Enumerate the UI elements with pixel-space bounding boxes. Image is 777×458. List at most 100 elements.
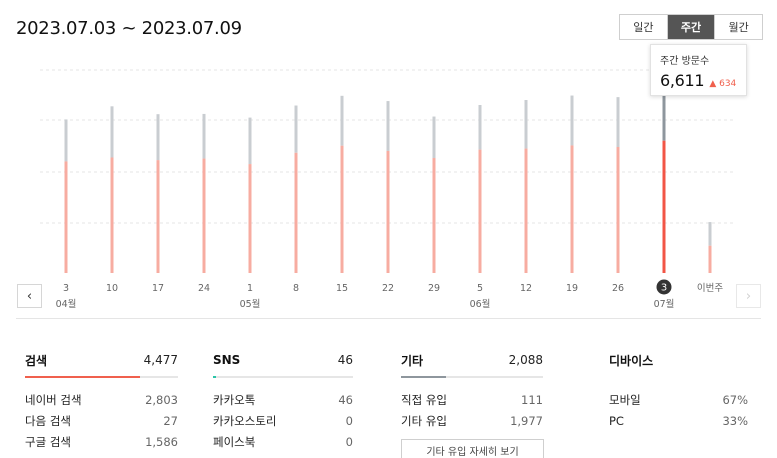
row-value: 2,803 bbox=[145, 392, 178, 407]
bar-cap bbox=[294, 105, 298, 153]
bar bbox=[386, 150, 390, 273]
x-tick-label: 12 bbox=[520, 283, 532, 294]
date-range-title: 2023.07.03 ~ 2023.07.09 bbox=[16, 18, 242, 39]
bar-cap bbox=[64, 119, 68, 162]
search-share-bar bbox=[25, 376, 178, 378]
bar-cap bbox=[156, 114, 160, 161]
bar bbox=[340, 145, 344, 273]
search-panel-title: 검색 bbox=[25, 353, 48, 368]
x-tick-label: 19 bbox=[566, 283, 578, 294]
bar-cap bbox=[570, 95, 574, 146]
row-label: 직접 유입 bbox=[401, 392, 447, 407]
period-daily-button[interactable]: 일간 bbox=[620, 15, 667, 39]
bar-cap bbox=[708, 222, 712, 246]
row-value: 33% bbox=[722, 413, 748, 428]
search-share-fill bbox=[25, 376, 140, 378]
row-value: 111 bbox=[521, 392, 543, 407]
list-item: 기타 유입 1,977 bbox=[401, 410, 543, 431]
row-label: 카카오톡 bbox=[213, 392, 256, 407]
etc-share-fill bbox=[401, 376, 447, 378]
list-item: 네이버 검색 2,803 bbox=[25, 389, 178, 410]
sns-share-fill bbox=[213, 376, 216, 378]
device-panel-title: 디바이스 bbox=[609, 353, 654, 368]
row-value: 27 bbox=[163, 413, 178, 428]
sns-share-bar bbox=[213, 376, 353, 378]
bar-cap bbox=[478, 105, 482, 150]
row-value: 46 bbox=[338, 392, 353, 407]
chevron-right-icon: › bbox=[745, 288, 752, 304]
x-tick-label: 5 bbox=[477, 283, 483, 294]
bar-cap bbox=[432, 116, 436, 159]
row-label: 구글 검색 bbox=[25, 434, 71, 449]
bar bbox=[432, 158, 436, 273]
month-label: 07월 bbox=[654, 298, 675, 310]
period-toggle: 일간 주간 월간 bbox=[619, 14, 763, 40]
row-label: 페이스북 bbox=[213, 434, 256, 449]
chevron-left-icon: ‹ bbox=[26, 288, 33, 304]
tooltip-label: 주간 방문수 bbox=[660, 56, 710, 67]
device-panel: 디바이스 모바일 67% PC 33% bbox=[609, 351, 748, 431]
bar bbox=[64, 161, 68, 273]
bar bbox=[156, 160, 160, 273]
x-tick-label: 29 bbox=[428, 283, 440, 294]
bar bbox=[294, 152, 298, 273]
bar bbox=[478, 149, 482, 273]
bar-cap bbox=[202, 113, 206, 159]
period-monthly-button[interactable]: 월간 bbox=[714, 15, 762, 39]
x-tick-label: 17 bbox=[152, 283, 164, 294]
bar-cap bbox=[248, 117, 252, 165]
list-item: PC 33% bbox=[609, 410, 748, 431]
bar bbox=[616, 147, 620, 273]
list-item: 페이스북 0 bbox=[213, 431, 353, 452]
x-tick-label: 10 bbox=[106, 283, 118, 294]
etc-panel: 기타 2,088 직접 유입 111 기타 유입 1,977 기타 유입 자세히 보… bbox=[401, 351, 544, 458]
row-value: 1,586 bbox=[145, 434, 178, 449]
sns-panel-title: SNS bbox=[213, 353, 241, 367]
period-weekly-button[interactable]: 주간 bbox=[666, 15, 715, 39]
month-label: 05월 bbox=[240, 298, 261, 310]
x-tick-label: 8 bbox=[293, 283, 299, 294]
row-label: PC bbox=[609, 413, 624, 428]
tooltip-delta-value: 634 bbox=[719, 79, 737, 89]
bar bbox=[662, 140, 666, 273]
row-value: 0 bbox=[345, 413, 353, 428]
bar bbox=[524, 148, 528, 273]
row-value: 0 bbox=[345, 434, 353, 449]
arrow-up-icon: ▲ bbox=[709, 79, 717, 89]
tooltip-value: 6,611 bbox=[660, 71, 705, 90]
chart-prev-button[interactable]: ‹ bbox=[17, 284, 42, 308]
etc-panel-title: 기타 bbox=[401, 353, 424, 368]
bar-cap bbox=[524, 100, 528, 149]
x-tick-label: 15 bbox=[336, 283, 348, 294]
x-tick-label: 이번주 bbox=[697, 283, 723, 294]
x-tick-label: 24 bbox=[198, 283, 210, 294]
visits-tooltip: 주간 방문수 6,611 ▲ 634 bbox=[650, 44, 747, 96]
row-value: 67% bbox=[722, 392, 748, 407]
x-tick-label: 22 bbox=[382, 283, 394, 294]
bar bbox=[248, 164, 252, 273]
bar-cap bbox=[386, 101, 390, 151]
x-tick-label: 3 bbox=[63, 283, 69, 294]
etc-panel-total: 2,088 bbox=[508, 353, 543, 367]
row-label: 카카오스토리 bbox=[213, 413, 277, 428]
search-panel-total: 4,477 bbox=[143, 353, 178, 367]
bar bbox=[110, 157, 114, 273]
x-tick-label: 1 bbox=[247, 283, 253, 294]
row-label: 모바일 bbox=[609, 392, 641, 407]
bar bbox=[570, 145, 574, 273]
month-label: 06월 bbox=[470, 298, 491, 310]
bar bbox=[202, 158, 206, 273]
list-item: 카카오스토리 0 bbox=[213, 410, 353, 431]
row-label: 기타 유입 bbox=[401, 413, 447, 428]
etc-detail-button[interactable]: 기타 유입 자세히 보기 bbox=[401, 439, 544, 458]
sns-panel: SNS 46 카카오톡 46 카카오스토리 0 페이스북 0 bbox=[213, 351, 353, 452]
row-value: 1,977 bbox=[510, 413, 543, 428]
bar-cap bbox=[340, 95, 344, 146]
etc-share-bar bbox=[401, 376, 543, 378]
chart-next-button[interactable]: › bbox=[736, 284, 761, 308]
bar-cap bbox=[110, 106, 114, 158]
search-panel: 검색 4,477 네이버 검색 2,803 다음 검색 27 구글 검색 1,586 bbox=[25, 351, 178, 452]
section-divider bbox=[16, 318, 761, 319]
list-item: 카카오톡 46 bbox=[213, 389, 353, 410]
list-item: 직접 유입 111 bbox=[401, 389, 543, 410]
